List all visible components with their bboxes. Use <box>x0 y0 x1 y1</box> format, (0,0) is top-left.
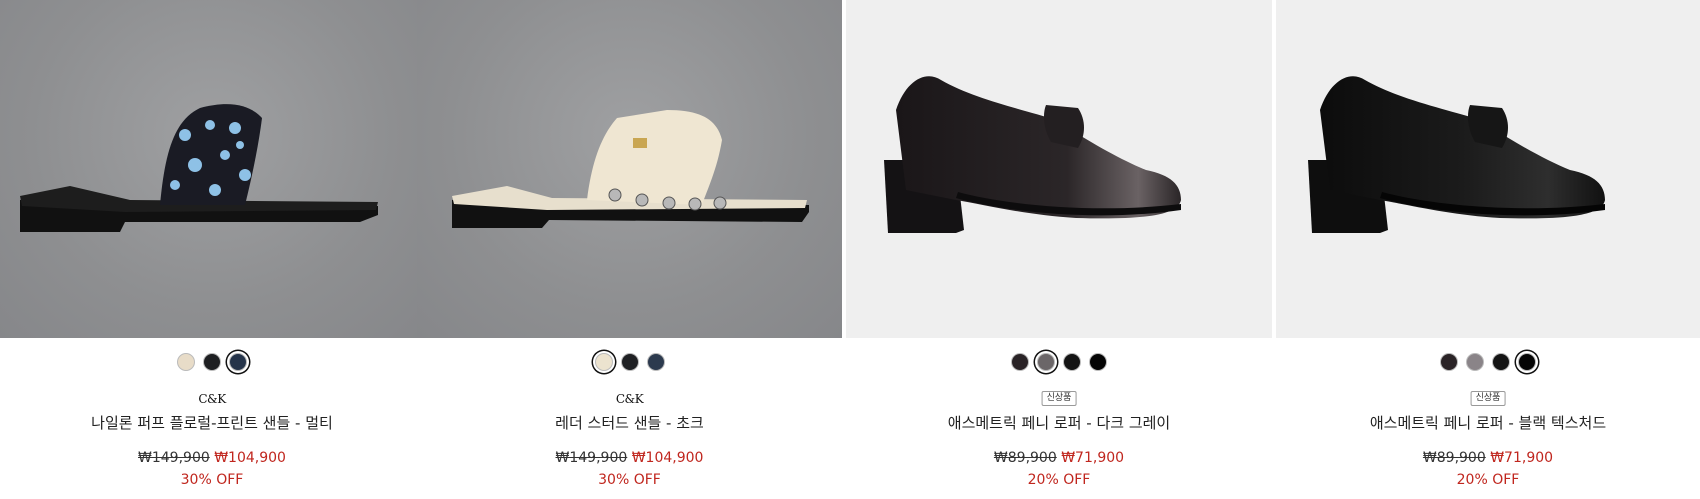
product-name[interactable]: 애스메트릭 페니 로퍼 - 다크 그레이 <box>846 412 1272 433</box>
product-image[interactable] <box>417 0 842 338</box>
brand-logo: C&K <box>198 392 226 406</box>
color-swatch[interactable] <box>229 353 247 371</box>
color-swatch[interactable] <box>646 353 665 371</box>
sandal-studded-illustration <box>452 110 809 228</box>
color-swatch[interactable] <box>1466 353 1484 371</box>
product-card[interactable]: C&K 레더 스터드 샌들 - 초크 ₩149,900 ₩104,900 30%… <box>417 0 842 499</box>
color-swatch[interactable] <box>203 353 221 371</box>
product-image[interactable] <box>0 0 424 338</box>
color-swatch[interactable] <box>1089 353 1107 371</box>
loafer-dark-grey-illustration <box>884 76 1181 233</box>
original-price: ₩149,900 <box>555 450 628 466</box>
color-swatches <box>846 353 1272 371</box>
price: ₩149,900 ₩104,900 <box>417 450 842 466</box>
original-price: ₩89,900 <box>993 450 1057 466</box>
color-swatch[interactable] <box>620 353 639 371</box>
product-image[interactable] <box>1276 0 1700 338</box>
price: ₩89,900 ₩71,900 <box>1276 450 1700 466</box>
original-price: ₩89,900 <box>1422 450 1486 466</box>
product-name[interactable]: 레더 스터드 샌들 - 초크 <box>417 412 842 433</box>
color-swatch[interactable] <box>1492 353 1510 371</box>
sandal-floral-illustration <box>20 104 378 232</box>
product-card[interactable]: C&K 나일론 퍼프 플로럴-프린트 샌들 - 멀티 ₩149,900 ₩104… <box>0 0 424 499</box>
sale-price: ₩71,900 <box>1061 450 1125 466</box>
product-grid: C&K 나일론 퍼프 플로럴-프린트 샌들 - 멀티 ₩149,900 ₩104… <box>0 0 1700 499</box>
price: ₩89,900 ₩71,900 <box>846 450 1272 466</box>
loafer-black-illustration <box>1308 76 1605 233</box>
discount-label: 20% OFF <box>1027 472 1091 488</box>
product-image[interactable] <box>846 0 1272 338</box>
color-swatches <box>0 353 424 371</box>
discount-label: 20% OFF <box>1456 472 1520 488</box>
new-badge: 신상품 <box>1041 391 1077 406</box>
color-swatch[interactable] <box>177 353 195 371</box>
new-badge: 신상품 <box>1470 391 1506 406</box>
sale-price: ₩71,900 <box>1490 450 1554 466</box>
product-name[interactable]: 애스메트릭 페니 로퍼 - 블랙 텍스처드 <box>1276 412 1700 433</box>
color-swatch[interactable] <box>1440 353 1458 371</box>
color-swatches <box>417 353 842 371</box>
color-swatch[interactable] <box>1518 353 1536 371</box>
sale-price: ₩104,900 <box>214 450 286 466</box>
color-swatch[interactable] <box>1063 353 1081 371</box>
color-swatches <box>1276 353 1700 371</box>
color-swatch[interactable] <box>594 353 613 371</box>
discount-label: 30% OFF <box>598 472 661 488</box>
brand-logo: C&K <box>615 392 644 406</box>
discount-label: 30% OFF <box>180 472 244 488</box>
color-swatch[interactable] <box>1037 353 1055 371</box>
color-swatch[interactable] <box>1011 353 1029 371</box>
product-card[interactable]: 신상품 애스메트릭 페니 로퍼 - 블랙 텍스처드 ₩89,900 ₩71,90… <box>1276 0 1700 499</box>
product-card[interactable]: 신상품 애스메트릭 페니 로퍼 - 다크 그레이 ₩89,900 ₩71,900… <box>846 0 1272 499</box>
price: ₩149,900 ₩104,900 <box>0 450 424 466</box>
sale-price: ₩104,900 <box>631 450 704 466</box>
product-name[interactable]: 나일론 퍼프 플로럴-프린트 샌들 - 멀티 <box>0 412 424 433</box>
original-price: ₩149,900 <box>138 450 210 466</box>
